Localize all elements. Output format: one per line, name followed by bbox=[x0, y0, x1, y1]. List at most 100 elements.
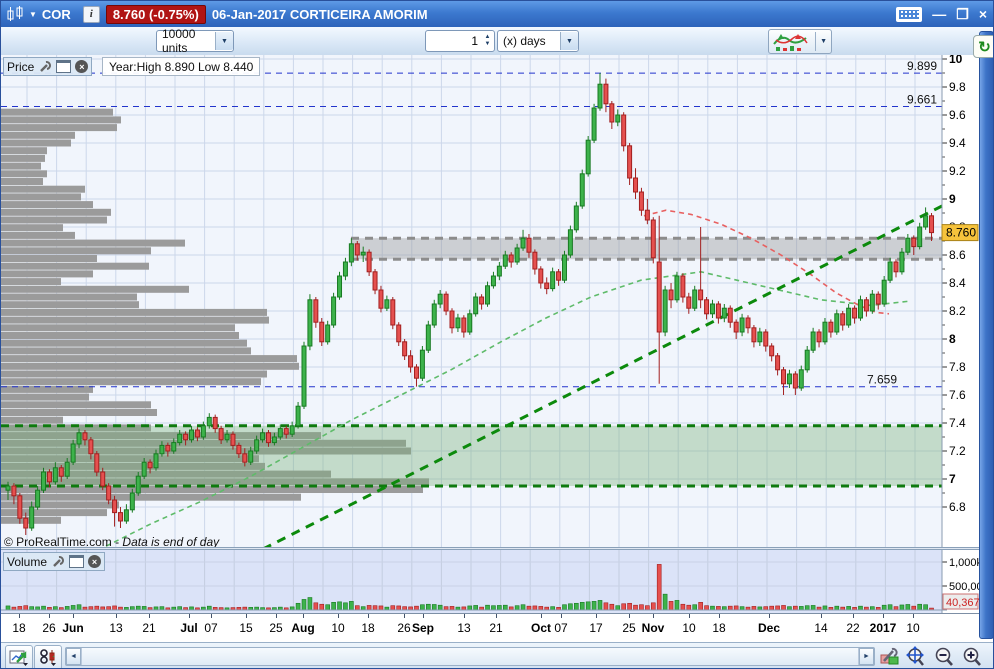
time-axis-tick bbox=[596, 614, 597, 618]
wrench-icon[interactable] bbox=[38, 60, 52, 73]
wrench-icon[interactable] bbox=[51, 555, 65, 568]
info-icon[interactable]: i bbox=[82, 5, 100, 23]
maximize-pane-icon[interactable] bbox=[56, 60, 72, 73]
time-axis-label: 14 bbox=[814, 621, 828, 635]
time-axis-label: 18 bbox=[361, 621, 375, 635]
price-chart[interactable]: 109.89.69.49.298.88.68.48.287.87.67.47.2… bbox=[1, 52, 979, 551]
volume-profile-bar bbox=[1, 239, 185, 247]
link-instruments-button[interactable] bbox=[34, 645, 62, 668]
candle-body bbox=[159, 444, 165, 455]
chevron-down-icon[interactable]: ▼ bbox=[815, 32, 831, 51]
volume-bar bbox=[716, 606, 721, 611]
zoom-fit-button[interactable] bbox=[903, 645, 929, 668]
maximize-button[interactable]: ❐ bbox=[956, 7, 969, 21]
minimize-button[interactable]: — bbox=[932, 7, 946, 21]
candle-body bbox=[852, 307, 858, 319]
reset-zoom-button[interactable]: ↻ bbox=[973, 35, 993, 58]
candle-body bbox=[283, 428, 289, 435]
time-axis-tick bbox=[653, 614, 654, 618]
time-axis-label: 2017 bbox=[869, 621, 897, 635]
candle-body bbox=[561, 254, 567, 281]
scroll-left-icon[interactable]: ◄ bbox=[66, 648, 81, 665]
close-pane-icon[interactable]: × bbox=[88, 555, 102, 568]
candle-body bbox=[177, 433, 183, 444]
chevron-down-icon[interactable]: ▼ bbox=[215, 32, 233, 50]
volume-profile-bar bbox=[1, 293, 137, 301]
volume-profile-bar bbox=[1, 416, 63, 424]
volume-bar bbox=[431, 604, 437, 611]
candle-body bbox=[751, 327, 757, 343]
chart-style-button[interactable]: ▼ bbox=[768, 29, 832, 54]
time-axis-label: Dec bbox=[757, 621, 781, 635]
volume-profile-bar bbox=[1, 301, 139, 309]
close-button[interactable]: × bbox=[979, 7, 987, 21]
volume-bar bbox=[420, 604, 425, 611]
time-axis-tick bbox=[211, 614, 212, 618]
candle-body bbox=[869, 293, 875, 312]
candle-body bbox=[236, 444, 242, 455]
maximize-pane-icon[interactable] bbox=[69, 555, 85, 568]
candle-body bbox=[698, 289, 704, 301]
volume-profile-bar bbox=[1, 255, 97, 262]
candle-body bbox=[863, 299, 869, 312]
candle-body bbox=[721, 307, 727, 319]
scroll-right-icon[interactable]: ► bbox=[859, 648, 874, 665]
chevron-down-icon[interactable]: ▼ bbox=[560, 32, 578, 50]
top-toolbar: 10000 units ▼ 1 ▲ ▼ (x) days ▼ ▼ bbox=[1, 27, 993, 56]
time-axis-tick bbox=[368, 614, 369, 618]
price-chart-pane[interactable]: 109.89.69.49.298.88.68.48.287.87.67.47.2… bbox=[1, 52, 993, 551]
time-axis-tick bbox=[883, 614, 884, 618]
volume-pane-title: Volume bbox=[7, 554, 48, 569]
candle-body bbox=[58, 467, 64, 477]
candle-body bbox=[200, 425, 206, 438]
units-dropdown[interactable]: 10000 units ▼ bbox=[156, 27, 234, 55]
last-price-tag-label: 8.760 bbox=[946, 226, 976, 240]
volume-bar bbox=[325, 604, 330, 611]
scrollbar-thumb[interactable] bbox=[81, 648, 859, 665]
volume-bar bbox=[497, 605, 502, 611]
interval-spinner[interactable]: 1 ▲ ▼ bbox=[425, 30, 495, 52]
volume-bar bbox=[414, 605, 419, 611]
drawing-settings-button[interactable] bbox=[877, 645, 903, 668]
spinner-arrows-icon[interactable]: ▲ ▼ bbox=[481, 34, 494, 48]
symbol-dropdown-caret[interactable]: ▼ bbox=[29, 10, 37, 19]
volume-pane-header: Volume × bbox=[3, 552, 106, 571]
volume-bar bbox=[426, 603, 431, 611]
app-window: ▼ COR i 8.760 (-0.75%) 06-Jan-2017 CORTI… bbox=[0, 0, 994, 669]
vertical-scrollbar[interactable] bbox=[979, 31, 993, 639]
zoom-out-button[interactable] bbox=[931, 645, 957, 668]
link-candles-icon bbox=[40, 649, 56, 666]
candle-body bbox=[307, 299, 313, 347]
zoom-in-icon bbox=[963, 647, 981, 666]
export-chart-button[interactable] bbox=[5, 645, 33, 668]
volume-chart[interactable]: 1,000k 500,000 40,367 bbox=[1, 550, 989, 613]
candle-body bbox=[656, 261, 662, 333]
candle-body bbox=[798, 369, 804, 389]
timeframe-dropdown[interactable]: (x) days ▼ bbox=[497, 30, 579, 52]
candle-body bbox=[396, 324, 402, 343]
close-pane-icon[interactable]: × bbox=[75, 60, 89, 73]
candle-body bbox=[840, 313, 846, 326]
volume-profile-bar bbox=[1, 370, 267, 378]
keyboard-icon[interactable] bbox=[896, 6, 923, 22]
volume-bar bbox=[781, 605, 786, 611]
zoom-in-button[interactable] bbox=[959, 645, 985, 668]
volume-bar bbox=[337, 601, 342, 611]
candle-body bbox=[591, 107, 597, 141]
volume-profile-bar bbox=[1, 139, 71, 147]
candle-body bbox=[313, 299, 319, 323]
volume-bar bbox=[668, 601, 674, 611]
candle-body bbox=[929, 215, 935, 234]
volume-pane[interactable]: 1,000k 500,000 40,367 Volume × bbox=[1, 550, 993, 613]
horizontal-scrollbar[interactable]: ◄ ► bbox=[65, 647, 875, 666]
current-volume-label: 40,367 bbox=[946, 597, 979, 609]
volume-profile-bar bbox=[1, 216, 107, 224]
volume-profile-bar bbox=[1, 393, 89, 401]
candle-body bbox=[544, 282, 550, 290]
volume-profile-bar bbox=[1, 162, 41, 170]
candle-body bbox=[265, 432, 271, 444]
volume-profile-bar bbox=[1, 124, 117, 132]
time-axis-label: 07 bbox=[554, 621, 568, 635]
wrench-settings-icon bbox=[880, 647, 899, 664]
candle-body bbox=[342, 261, 348, 277]
